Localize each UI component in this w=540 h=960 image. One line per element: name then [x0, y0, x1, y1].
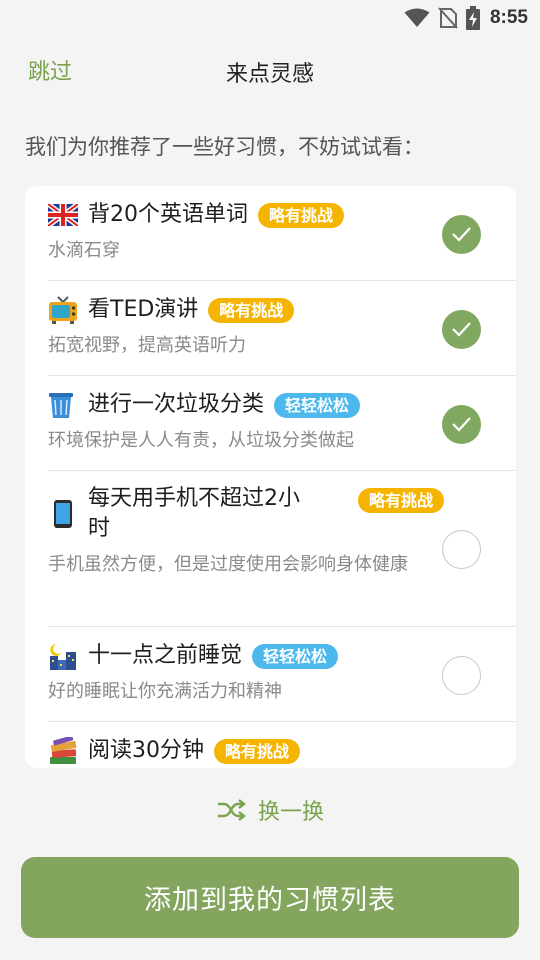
mobile-phone-icon: [48, 500, 78, 528]
habit-checkbox[interactable]: [442, 405, 481, 444]
header: 跳过 来点灵感: [0, 46, 540, 94]
shuffle-label: 换一换: [257, 800, 324, 825]
habit-name: 十一点之前睡觉: [88, 643, 243, 668]
habit-description: 手机虽然方便，但是过度使用会影响身体健康: [48, 554, 408, 575]
status-time: 8:55: [489, 7, 528, 28]
trash-can-icon: [48, 391, 78, 419]
page-title: 来点灵感: [225, 62, 314, 87]
habit-checkbox[interactable]: [442, 530, 481, 569]
habit-description: 水滴石穿: [48, 240, 120, 261]
checkmark-icon: [452, 322, 471, 337]
shuffle-icon: [217, 799, 246, 821]
difficulty-badge: 轻轻松松: [274, 392, 361, 418]
add-to-habits-label: 添加到我的习惯列表: [144, 885, 396, 916]
recommendation-subtitle: 我们为你推荐了一些好习惯，不妨试试看：: [25, 135, 424, 159]
difficulty-badge: 略有挑战: [208, 297, 295, 323]
habit-description: 拓宽视野，提高英语听力: [48, 335, 246, 356]
checkmark-icon: [452, 227, 471, 242]
books-icon: [48, 735, 78, 765]
tv-icon: [48, 296, 78, 324]
difficulty-badge: 略有挑战: [214, 738, 301, 764]
habit-checkbox[interactable]: [442, 310, 481, 349]
add-to-habits-button[interactable]: 添加到我的习惯列表: [21, 857, 519, 938]
habit-name: 进行一次垃圾分类: [88, 392, 265, 417]
list-item[interactable]: 进行一次垃圾分类 轻轻松松 环境保护是人人有责，从垃圾分类做起: [48, 376, 516, 471]
battery-charging-icon: [465, 6, 480, 30]
habit-description: 环境保护是人人有责，从垃圾分类做起: [48, 430, 354, 451]
list-item[interactable]: 阅读30分钟 略有挑战: [48, 722, 516, 768]
difficulty-badge: 轻轻松松: [252, 643, 339, 669]
difficulty-badge: 略有挑战: [358, 488, 445, 513]
list-item[interactable]: 背20个英语单词 略有挑战 水滴石穿: [46, 186, 516, 281]
habit-name: 看TED演讲: [88, 297, 199, 322]
list-item[interactable]: 每天用手机不超过2小时 略有挑战 手机虽然方便，但是过度使用会影响身体健康: [48, 471, 516, 627]
shuffle-button[interactable]: 换一换: [0, 790, 540, 830]
uk-flag-icon: [46, 201, 80, 229]
habit-list[interactable]: 背20个英语单词 略有挑战 水滴石穿 看TED演讲 略有挑战 拓宽视野，提高英语…: [25, 186, 516, 768]
habit-name: 背20个英语单词: [88, 202, 248, 227]
status-bar: 8:55: [0, 0, 540, 36]
habit-name: 阅读30分钟: [88, 738, 204, 763]
night-city-icon: [48, 642, 78, 670]
wifi-icon: [404, 8, 430, 27]
no-sim-icon: [438, 7, 458, 29]
habit-checkbox[interactable]: [442, 656, 481, 695]
habit-description: 好的睡眠让你充满活力和精神: [48, 681, 282, 702]
checkmark-icon: [452, 417, 471, 432]
difficulty-badge: 略有挑战: [258, 202, 345, 228]
habit-name: 每天用手机不超过2小时: [88, 486, 300, 541]
habit-checkbox[interactable]: [442, 215, 481, 254]
list-item[interactable]: 看TED演讲 略有挑战 拓宽视野，提高英语听力: [48, 281, 516, 376]
list-item[interactable]: 十一点之前睡觉 轻轻松松 好的睡眠让你充满活力和精神: [48, 627, 516, 722]
